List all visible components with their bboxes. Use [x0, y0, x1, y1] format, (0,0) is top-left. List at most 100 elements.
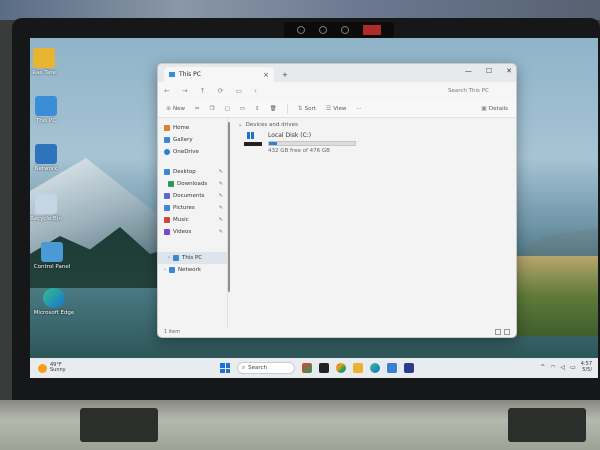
forward-button[interactable]: → — [182, 87, 188, 95]
music-icon — [164, 217, 170, 223]
back-button[interactable]: ← — [164, 87, 170, 95]
background-fabric — [0, 0, 600, 20]
sidebar-item-documents[interactable]: Documents ✎ — [164, 190, 227, 202]
camera-lens-icon — [319, 26, 327, 34]
plus-icon: ⊕ — [166, 105, 172, 112]
computer-icon: ▭ — [235, 87, 243, 95]
sort-icon: ⇅ — [297, 105, 303, 112]
minimize-button[interactable]: — — [465, 67, 472, 75]
more-options-button[interactable]: ··· — [356, 106, 361, 112]
sidebar-scrollbar[interactable] — [228, 122, 230, 292]
wallpaper-grass — [508, 256, 598, 336]
section-header[interactable]: ⌄ Devices and drives — [238, 122, 506, 128]
cloud-icon — [164, 149, 170, 155]
app-icon[interactable] — [404, 363, 414, 373]
window-controls: — ☐ ✕ — [465, 67, 512, 75]
hinge-right — [508, 408, 586, 442]
view-button[interactable]: ☰ View — [326, 105, 346, 112]
chevron-down-icon: ⌄ — [238, 122, 243, 128]
network-icon — [169, 267, 175, 273]
tab-this-pc[interactable]: This PC × — [164, 67, 274, 82]
pin-icon: ✎ — [218, 193, 223, 199]
desktop-icon-user-folder[interactable]: Rae Tate — [30, 48, 66, 76]
address-bar: ← → ↑ ⟳ ▭ › Search This PC — [158, 82, 516, 100]
refresh-button[interactable]: ⟳ — [218, 87, 224, 95]
camera-icon — [341, 26, 349, 34]
new-tab-button[interactable]: + — [282, 71, 288, 79]
delete-icon[interactable]: 🗑 — [270, 106, 277, 112]
details-button[interactable]: ▣ Details — [481, 105, 508, 112]
drive-tile-c[interactable]: Local Disk (C:) 432 GB free of 476 GB — [244, 132, 506, 154]
cut-icon[interactable]: ✂ — [195, 106, 200, 112]
pin-icon: ✎ — [218, 181, 223, 187]
sidebar-item-desktop[interactable]: Desktop ✎ — [164, 166, 227, 178]
camera-sticker — [363, 25, 381, 35]
drive-usage-fill — [269, 142, 277, 145]
system-tray: ^ ◠ ◁ ▭ 4:57 5/5/ — [540, 361, 592, 373]
file-explorer-icon[interactable] — [353, 363, 363, 373]
search-input[interactable]: Search This PC — [448, 86, 510, 97]
desktop-icon-this-pc[interactable]: This PC — [30, 96, 68, 124]
desktop-icon-network[interactable]: Network — [30, 144, 68, 172]
explorer-body: Home Gallery OneDrive Desktop ✎ Download… — [158, 118, 516, 327]
pin-icon: ✎ — [218, 169, 223, 175]
status-bar: 1 item — [158, 327, 516, 337]
rename-icon[interactable]: ▭ — [240, 106, 245, 112]
drive-icon — [244, 132, 262, 146]
sidebar-item-network[interactable]: › Network — [164, 264, 227, 276]
toolbar-divider — [286, 103, 288, 114]
pin-icon: ✎ — [218, 229, 223, 235]
sidebar-item-videos[interactable]: Videos ✎ — [164, 226, 227, 238]
desktop-icon-recycle-bin[interactable]: Recycle Bin — [30, 194, 68, 222]
sidebar-item-home[interactable]: Home — [164, 122, 227, 134]
start-button[interactable] — [220, 363, 230, 373]
tab-bar: This PC × + — ☐ ✕ — [158, 64, 516, 82]
desktop-screen: Rae Tate This PC Network Recycle Bin Con… — [30, 38, 598, 378]
home-icon — [164, 125, 170, 131]
sidebar-item-onedrive[interactable]: OneDrive — [164, 146, 227, 158]
close-window-button[interactable]: ✕ — [506, 67, 512, 75]
copy-icon[interactable]: ❐ — [210, 106, 215, 112]
monitor-icon — [35, 96, 57, 116]
sun-icon — [38, 363, 47, 373]
share-icon[interactable]: ⇪ — [255, 106, 260, 112]
sidebar-item-this-pc[interactable]: › This PC — [158, 252, 227, 264]
sidebar-item-downloads[interactable]: Downloads ✎ — [164, 178, 227, 190]
desktop-folder-icon — [164, 169, 170, 175]
sort-button[interactable]: ⇅ Sort — [298, 105, 316, 112]
camera-shutter-icon — [297, 26, 305, 34]
sidebar-item-music[interactable]: Music ✎ — [164, 214, 227, 226]
tiles-view-button[interactable] — [504, 329, 510, 335]
desktop-icon-control-panel[interactable]: Control Panel — [30, 242, 74, 270]
monitor-icon — [169, 72, 175, 77]
sidebar-item-pictures[interactable]: Pictures ✎ — [164, 202, 227, 214]
chrome-icon[interactable] — [336, 363, 346, 373]
desktop-icon-edge[interactable]: Microsoft Edge — [32, 288, 76, 316]
weather-widget[interactable]: 49°F Sunny — [38, 362, 66, 374]
file-explorer-window: This PC × + — ☐ ✕ ← → ↑ ⟳ ▭ › Search Thi… — [157, 63, 517, 338]
widgets-icon[interactable] — [302, 363, 312, 373]
documents-icon — [164, 193, 170, 199]
edge-icon[interactable] — [370, 363, 380, 373]
taskbar-search[interactable]: ⌕ Search — [237, 362, 295, 374]
breadcrumb-chevron[interactable]: › — [254, 87, 257, 95]
store-icon[interactable] — [387, 363, 397, 373]
task-view-icon[interactable] — [319, 363, 329, 373]
content-pane: ⌄ Devices and drives Local Disk (C:) 432… — [228, 118, 516, 327]
maximize-button[interactable]: ☐ — [486, 67, 492, 75]
wifi-icon[interactable]: ◠ — [550, 364, 555, 371]
taskbar: 49°F Sunny ⌕ Search ^ ◠ ◁ ▭ 4:57 5/5/ — [30, 358, 598, 378]
battery-icon[interactable]: ▭ — [570, 364, 576, 371]
navigation-pane: Home Gallery OneDrive Desktop ✎ Download… — [158, 118, 230, 327]
chevron-up-icon[interactable]: ^ — [540, 364, 545, 371]
search-icon: ⌕ — [242, 364, 246, 371]
new-button[interactable]: ⊕ New — [166, 105, 185, 112]
close-tab-button[interactable]: × — [263, 71, 269, 79]
sidebar-item-gallery[interactable]: Gallery — [164, 134, 227, 146]
clock[interactable]: 4:57 5/5/ — [581, 361, 592, 373]
details-view-button[interactable] — [495, 329, 501, 335]
volume-icon[interactable]: ◁ — [560, 364, 565, 371]
download-icon — [168, 181, 174, 187]
up-button[interactable]: ↑ — [200, 87, 206, 95]
paste-icon[interactable]: ▢ — [225, 106, 230, 112]
